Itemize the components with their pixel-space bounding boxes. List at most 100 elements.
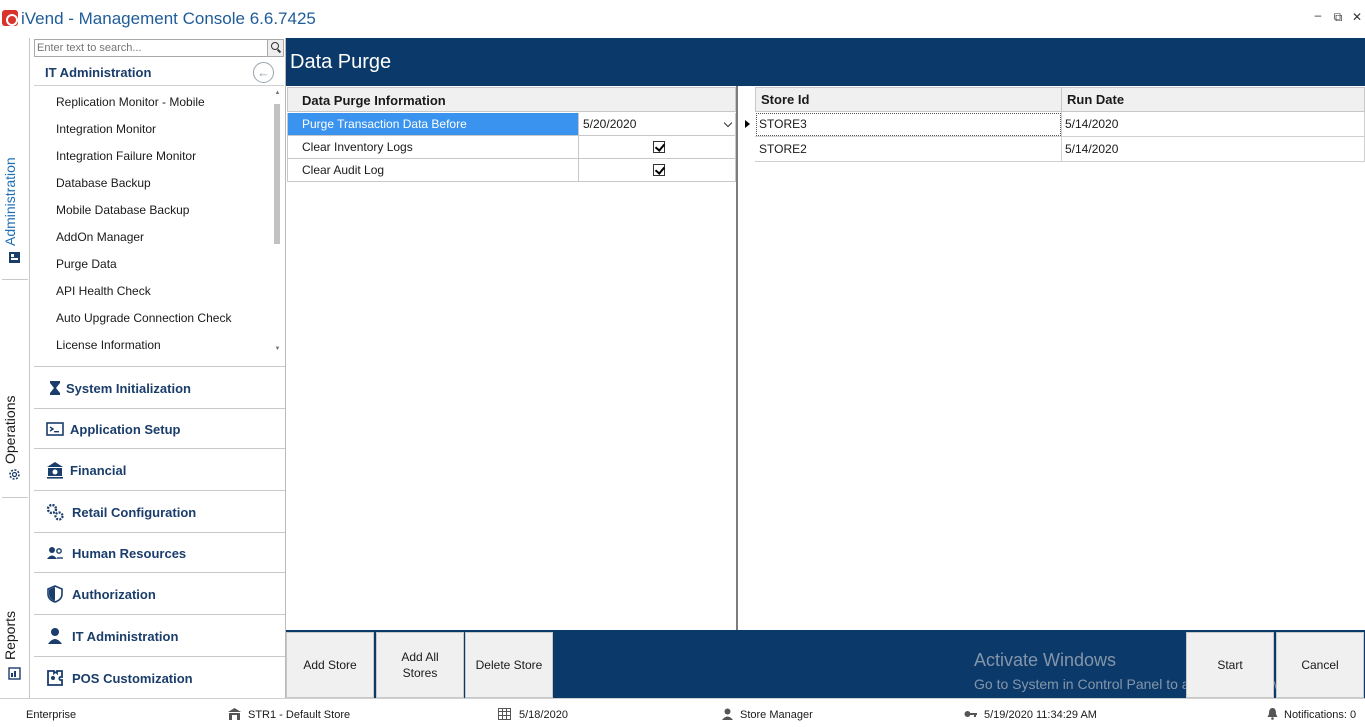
- nav-group-financial[interactable]: Financial: [34, 448, 285, 490]
- navigation-panel: IT Administration ← Replication Monitor …: [34, 38, 286, 698]
- nav-item-addon-manager[interactable]: AddOn Manager: [56, 227, 144, 247]
- nav-section-header: IT Administration ←: [34, 60, 284, 86]
- clear-audit-log-checkbox[interactable]: [653, 164, 665, 176]
- nav-group-retail-configuration[interactable]: Retail Configuration: [34, 490, 285, 532]
- close-icon[interactable]: ✕: [1350, 10, 1364, 24]
- status-login-time: 5/19/2020 11:34:29 AM: [984, 709, 1097, 721]
- admin-icon: [9, 252, 20, 263]
- purge-info-header: Data Purge Information: [287, 87, 736, 112]
- gears-icon: [46, 503, 64, 521]
- nav-group-label: Authorization: [72, 587, 156, 602]
- status-notifications[interactable]: Notifications: 0: [1284, 709, 1356, 721]
- purge-before-date-value: 5/20/2020: [583, 117, 637, 131]
- app-logo-icon: [2, 10, 18, 26]
- tab-administration[interactable]: Administration: [0, 38, 30, 278]
- puzzle-icon: [47, 670, 63, 686]
- nav-item-replication-monitor-mobile[interactable]: Replication Monitor - Mobile: [56, 92, 205, 112]
- gear-icon: [9, 469, 20, 480]
- search-input[interactable]: [35, 40, 265, 56]
- terminal-icon: [46, 422, 64, 436]
- purge-before-date-field[interactable]: 5/20/2020: [580, 113, 737, 135]
- nav-section-title: IT Administration: [45, 65, 152, 80]
- nav-item-api-health-check[interactable]: API Health Check: [56, 281, 151, 301]
- clear-inventory-logs-cell: [580, 136, 737, 158]
- user-icon: [48, 628, 62, 644]
- purge-before-label: Purge Transaction Data Before: [288, 113, 579, 135]
- purge-info-header-label: Data Purge Information: [302, 93, 446, 108]
- clear-inventory-logs-label: Clear Inventory Logs: [288, 136, 579, 158]
- nav-group-human-resources[interactable]: Human Resources: [34, 532, 285, 572]
- nav-item-list: Replication Monitor - Mobile Integration…: [34, 88, 272, 360]
- nav-group-authorization[interactable]: Authorization: [34, 572, 285, 614]
- hourglass-icon: [50, 381, 60, 395]
- column-header-run-date[interactable]: Run Date: [1061, 87, 1365, 112]
- bank-icon: [47, 462, 63, 479]
- nav-scrollbar[interactable]: ▲ ▼: [272, 88, 283, 360]
- column-header-store-id[interactable]: Store Id: [755, 87, 1062, 112]
- nav-group-label: Retail Configuration: [72, 505, 197, 520]
- main-content: Data Purge Information Purge Transaction…: [286, 86, 1365, 630]
- current-row-indicator-icon: [745, 120, 750, 128]
- nav-item-integration-failure-monitor[interactable]: Integration Failure Monitor: [56, 146, 196, 166]
- table-cell-store-id[interactable]: STORE3: [755, 112, 1062, 137]
- nav-item-auto-upgrade-connection-check[interactable]: Auto Upgrade Connection Check: [56, 308, 231, 328]
- scroll-thumb[interactable]: [274, 104, 280, 244]
- add-all-stores-button[interactable]: Add All Stores: [376, 632, 464, 698]
- nav-group-system-initialization[interactable]: System Initialization: [34, 366, 285, 408]
- user-icon: [722, 708, 733, 720]
- table-cell-store-id[interactable]: STORE2: [755, 137, 1062, 162]
- clear-audit-log-label: Clear Audit Log: [288, 159, 579, 181]
- tab-reports[interactable]: Reports: [0, 498, 30, 698]
- back-arrow-icon[interactable]: ←: [253, 62, 274, 83]
- restore-icon[interactable]: ⧉: [1331, 10, 1345, 25]
- nav-group-label: System Initialization: [66, 381, 191, 396]
- cancel-button[interactable]: Cancel: [1276, 632, 1364, 698]
- nav-group-label: Application Setup: [70, 422, 181, 437]
- nav-item-mobile-database-backup[interactable]: Mobile Database Backup: [56, 200, 189, 220]
- status-bar: Enterprise STR1 - Default Store 5/18/202…: [0, 698, 1365, 727]
- search-box: [34, 39, 284, 57]
- table-cell-run-date[interactable]: 5/14/2020: [1061, 137, 1365, 162]
- table-cell-run-date[interactable]: 5/14/2020: [1061, 112, 1365, 137]
- nav-group-it-administration[interactable]: IT Administration: [34, 614, 285, 656]
- nav-item-license-information[interactable]: License Information: [56, 335, 161, 355]
- purge-before-row[interactable]: Purge Transaction Data Before 5/20/2020: [287, 113, 736, 136]
- nav-item-integration-monitor[interactable]: Integration Monitor: [56, 119, 156, 139]
- people-icon: [47, 547, 63, 559]
- tab-reports-label: Reports: [2, 610, 18, 660]
- bell-icon[interactable]: [1266, 708, 1279, 720]
- store-icon: [228, 708, 241, 720]
- tab-operations[interactable]: Operations: [0, 280, 30, 496]
- action-bar: Add Store Add All Stores Delete Store Ac…: [286, 630, 1365, 698]
- start-button[interactable]: Start: [1186, 632, 1274, 698]
- module-tab-strip: Administration Operations Reports: [0, 38, 30, 698]
- minimize-icon[interactable]: –: [1311, 8, 1325, 22]
- clear-inventory-logs-checkbox[interactable]: [653, 141, 665, 153]
- calendar-icon: [498, 708, 511, 720]
- nav-group-label: IT Administration: [72, 629, 179, 644]
- status-edition: Enterprise: [26, 709, 77, 721]
- title-bar: iVend - Management Console 6.6.7425 – ⧉ …: [0, 0, 1365, 38]
- nav-group-application-setup[interactable]: Application Setup: [34, 408, 285, 448]
- status-role: Store Manager: [740, 709, 813, 721]
- clear-inventory-logs-row: Clear Inventory Logs: [287, 136, 736, 159]
- scroll-down-icon[interactable]: ▼: [272, 346, 283, 352]
- delete-store-button[interactable]: Delete Store: [465, 632, 553, 698]
- nav-group-label: Human Resources: [72, 546, 187, 561]
- scroll-up-icon[interactable]: ▲: [272, 90, 283, 96]
- shield-icon: [47, 585, 63, 603]
- search-icon[interactable]: [267, 40, 283, 56]
- key-icon: [964, 711, 977, 717]
- status-business-date: 5/18/2020: [519, 709, 568, 721]
- tab-administration-label: Administration: [2, 157, 18, 246]
- chevron-down-icon[interactable]: [723, 118, 733, 128]
- report-icon: [8, 667, 21, 680]
- clear-audit-log-cell: [580, 159, 737, 181]
- nav-group-pos-customization[interactable]: POS Customization: [34, 656, 285, 698]
- nav-item-purge-data[interactable]: Purge Data: [56, 254, 117, 274]
- add-store-button[interactable]: Add Store: [286, 632, 374, 698]
- status-store: STR1 - Default Store: [248, 709, 351, 721]
- page-title: Data Purge: [290, 51, 392, 73]
- page-header: Data Purge: [286, 38, 1365, 86]
- nav-item-database-backup[interactable]: Database Backup: [56, 173, 151, 193]
